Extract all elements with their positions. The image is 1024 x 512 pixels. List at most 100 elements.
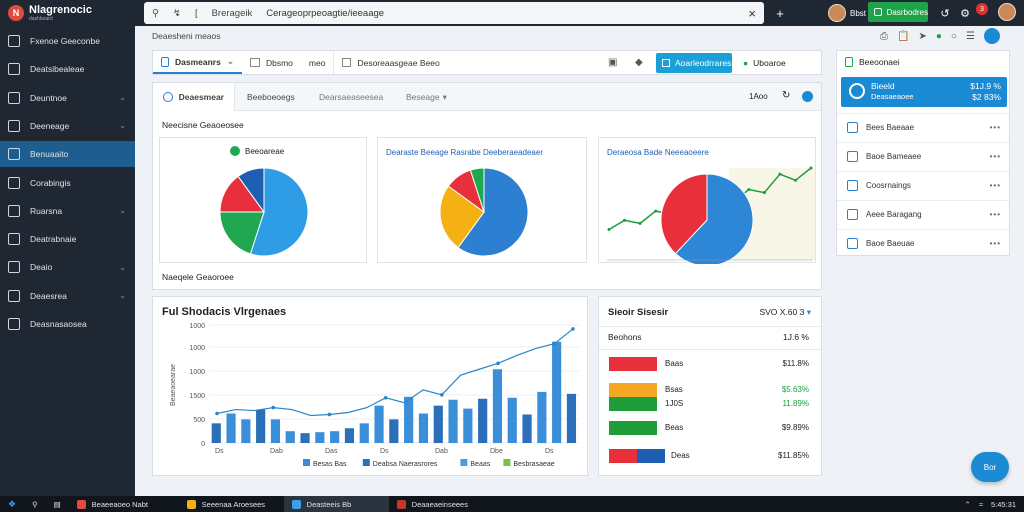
clipboard-icon[interactable]: 📋 <box>897 31 909 42</box>
sidebar-item-8[interactable]: Deatrabnaie <box>0 226 135 252</box>
taskbar-app-3[interactable]: Deasteeis Bb <box>283 496 389 512</box>
bar-line-chart: 0 500 1500 1000 1000 1000 Beaeaoearae Ds Dab Das D… <box>170 323 579 468</box>
tab-dashboard[interactable]: Dasmeanrs ⌄ <box>153 51 242 74</box>
sidebar-item-5[interactable]: Benuaaito <box>0 141 135 168</box>
bar <box>315 432 325 443</box>
sidebar-item-7[interactable]: Ruarsna ⌄ <box>0 198 135 224</box>
filter-icon[interactable]: ☰ <box>966 31 975 42</box>
settings-circle-icon[interactable] <box>983 28 1000 44</box>
taskbar-app-2[interactable]: Seeenaa Aroesees <box>179 496 284 512</box>
primary-action-button[interactable]: Aoarleodrrares <box>656 53 732 73</box>
legend-label: Besbrasaeae <box>513 461 554 468</box>
picture-icon[interactable]: ▣ <box>608 57 617 68</box>
tab-4[interactable]: Beseage ▾ <box>396 83 457 111</box>
more-icon[interactable]: ••• <box>990 123 1001 132</box>
app-logo[interactable]: N Nlagrenocic dashboard <box>0 0 135 26</box>
x-tick-label: Ds <box>380 448 389 455</box>
nav-icon <box>8 176 20 189</box>
line-point <box>762 191 766 195</box>
box-icon <box>342 58 352 67</box>
toolbar-item-3[interactable]: meo <box>301 51 334 74</box>
status-dot-icon[interactable]: ● <box>936 31 942 42</box>
refresh-icon[interactable]: ↻ <box>782 90 790 101</box>
taskbar-app-1[interactable]: Beaeeaoeo Nabt <box>69 496 179 512</box>
start-icon[interactable]: ❖ <box>0 496 24 512</box>
right-panel-item-2[interactable]: Baoe Bameaee ••• <box>837 142 1009 170</box>
bar <box>389 419 399 443</box>
right-panel-item-5[interactable]: Baoe Baeuae ••• <box>837 229 1009 257</box>
line-point <box>654 209 658 213</box>
sidebar-item-11[interactable]: Deasnasaosea <box>0 311 135 337</box>
printer-icon[interactable]: ⎙ <box>880 31 888 42</box>
pie-card-2[interactable]: Dearaste Beeage Rasrabe Deeberaeadeaer <box>377 137 587 263</box>
sidebar-item-10[interactable]: Deaesrea ⌄ <box>0 283 135 309</box>
right-panel-item-3[interactable]: Coosrnaings ••• <box>837 171 1009 199</box>
combo-card[interactable]: Deraeosa Bade Neeeaoeere DsDsDs <box>598 137 816 264</box>
more-icon[interactable]: ••• <box>990 181 1001 190</box>
toolbar-item-4[interactable]: Desoreaasgeae Beeo <box>333 51 447 74</box>
wifi-icon[interactable]: ≈ <box>979 500 983 509</box>
bar <box>330 431 340 443</box>
tab-2[interactable]: Beeboeoegs <box>237 83 305 111</box>
stats-title: Sieoir Sisesir <box>608 307 669 318</box>
app-icon <box>76 499 86 509</box>
floating-action-button[interactable]: Bor <box>971 452 1009 482</box>
caret-down-icon[interactable]: ▾ <box>807 307 811 317</box>
right-panel-item-4[interactable]: Aeee Baragang ••• <box>837 200 1009 228</box>
taskview-icon[interactable]: ▤ <box>46 496 69 512</box>
nav-icon <box>8 119 20 132</box>
taskbar-app-4[interactable]: Deaaeaeinseees <box>389 496 494 512</box>
notification-badge[interactable]: 3 <box>976 3 988 15</box>
profile-avatar[interactable] <box>998 3 1016 21</box>
sidebar-item-4[interactable]: Deeneage ⌄ <box>0 113 135 139</box>
breadcrumb[interactable]: Deaesheni meaos <box>152 31 221 41</box>
more-icon[interactable]: ••• <box>990 152 1001 161</box>
sidebar-item-9[interactable]: Deaio ⌄ <box>0 254 135 280</box>
stats-label: Bsas <box>665 385 683 394</box>
bell-icon[interactable]: ○ <box>951 31 957 42</box>
tab-overview[interactable]: Deaesmear <box>153 83 235 111</box>
panel-footer: Naeqele Geaoroee <box>162 272 234 282</box>
sidebar-item-label: Benuaaito <box>30 149 69 160</box>
chevron-down-icon: ⌄ <box>119 121 126 131</box>
new-tab-icon[interactable]: + <box>770 3 790 23</box>
sidebar-item-2[interactable]: Deatsibealeae <box>0 56 135 82</box>
bar <box>463 408 473 443</box>
tag-icon[interactable]: ◆ <box>635 57 643 68</box>
more-icon[interactable]: ••• <box>990 210 1001 219</box>
legend-swatch <box>303 459 310 466</box>
more-icon[interactable]: ••• <box>990 239 1001 248</box>
stats-row: Deas $11.85% <box>599 447 821 467</box>
info-icon[interactable] <box>802 91 813 102</box>
right-panel-item-1[interactable]: Bees Baeaae ••• <box>837 113 1009 141</box>
sidebar-item-6[interactable]: Corabingis <box>0 170 135 196</box>
sliders-icon[interactable]: ↯ <box>173 8 181 19</box>
close-icon[interactable]: × <box>748 6 756 21</box>
search-icon[interactable]: ⚲ <box>24 496 46 512</box>
toolbar-last-item[interactable]: ● Uboaroe <box>743 58 786 68</box>
user-chip[interactable]: Bbst <box>828 3 866 23</box>
dashboards-button[interactable]: Dasrbodres <box>868 2 928 22</box>
tab-3[interactable]: Dearsaeaseesea <box>309 83 393 111</box>
color-block <box>609 421 657 435</box>
highlight-card[interactable]: Bieeld Deasaeaoee $1J.9 % $2 83% <box>841 77 1007 107</box>
toolbar-item-2[interactable]: Dbsmo <box>242 51 301 74</box>
sync-icon[interactable]: ↺ <box>936 3 954 23</box>
chevron-up-icon[interactable]: ⌃ <box>965 500 971 509</box>
clock: 5:45:31 <box>990 499 1016 509</box>
trend-point <box>327 412 332 417</box>
share-icon[interactable]: ➤ <box>918 31 926 42</box>
bar <box>552 341 562 443</box>
stats-row: 1J0S 11.89% <box>599 395 821 415</box>
address-bar[interactable]: ⚲ ↯ [ Brerageik Cerageoprpeoagtie/ieeaag… <box>144 2 764 24</box>
square-icon <box>874 8 882 16</box>
item-icon <box>847 180 858 191</box>
sidebar-item-1[interactable]: Fxenoe Geeconbe <box>0 28 135 54</box>
pie-card-1[interactable]: Beeoareae <box>159 137 367 263</box>
bar <box>285 431 295 443</box>
gear-icon[interactable]: ⚙ <box>956 3 974 23</box>
sidebar-item-3[interactable]: Deuntnoe ⌄ <box>0 85 135 111</box>
x-tick-label: Das <box>325 448 338 455</box>
highlight-sublabel: Deasaeaoee <box>871 92 914 101</box>
trend-point <box>552 341 557 346</box>
